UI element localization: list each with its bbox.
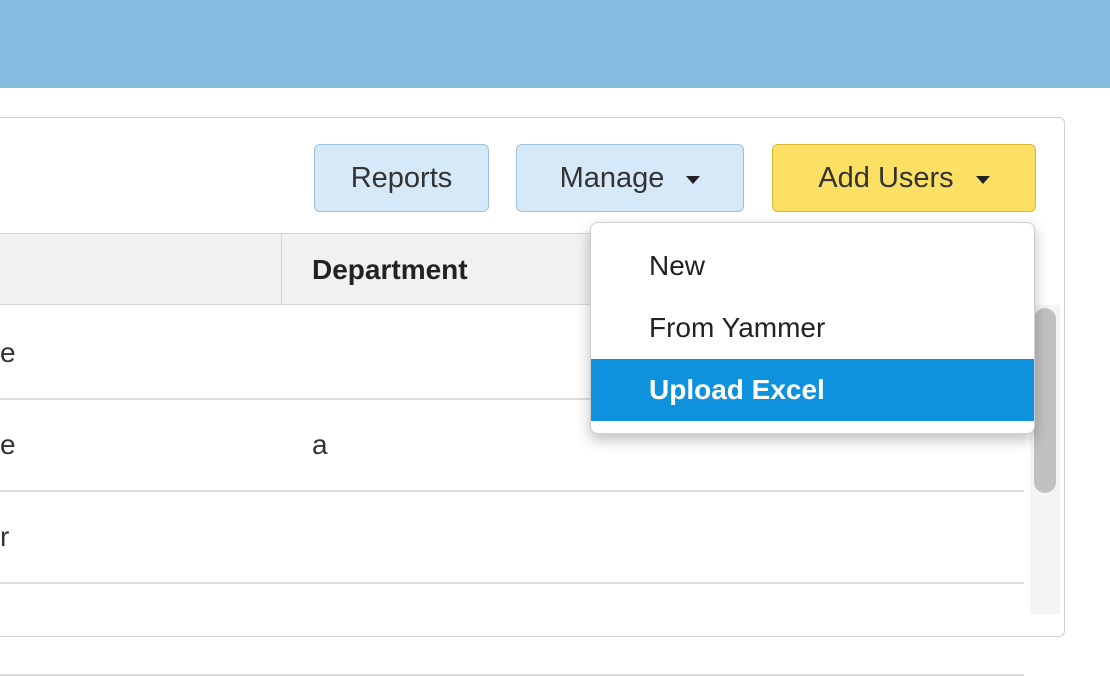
- table-row[interactable]: r: [0, 492, 1024, 584]
- add-users-button-label: Add Users: [818, 161, 954, 194]
- menu-item-new[interactable]: New: [591, 235, 1034, 297]
- add-users-dropdown-button[interactable]: Add Users: [772, 144, 1036, 212]
- table-cell-department: a: [312, 429, 328, 460]
- menu-item-upload-excel[interactable]: Upload Excel: [591, 359, 1034, 421]
- table-row[interactable]: [0, 584, 1024, 676]
- column-divider: [281, 234, 282, 304]
- menu-item-from-yammer[interactable]: From Yammer: [591, 297, 1034, 359]
- manage-button-label: Manage: [559, 161, 665, 194]
- app-header-bar: [0, 0, 1110, 88]
- add-users-dropdown-menu: New From Yammer Upload Excel: [590, 222, 1035, 434]
- manage-dropdown-button[interactable]: Manage: [516, 144, 744, 212]
- chevron-down-icon: [686, 176, 701, 184]
- chevron-down-icon: [975, 176, 990, 184]
- reports-button-label: Reports: [350, 161, 453, 194]
- reports-button[interactable]: Reports: [314, 144, 489, 212]
- table-cell-name: e: [0, 429, 16, 460]
- department-column-header[interactable]: Department: [312, 234, 468, 306]
- table-cell-name: r: [0, 521, 10, 552]
- scrollbar-thumb[interactable]: [1034, 308, 1056, 493]
- table-cell-name: e: [0, 337, 16, 368]
